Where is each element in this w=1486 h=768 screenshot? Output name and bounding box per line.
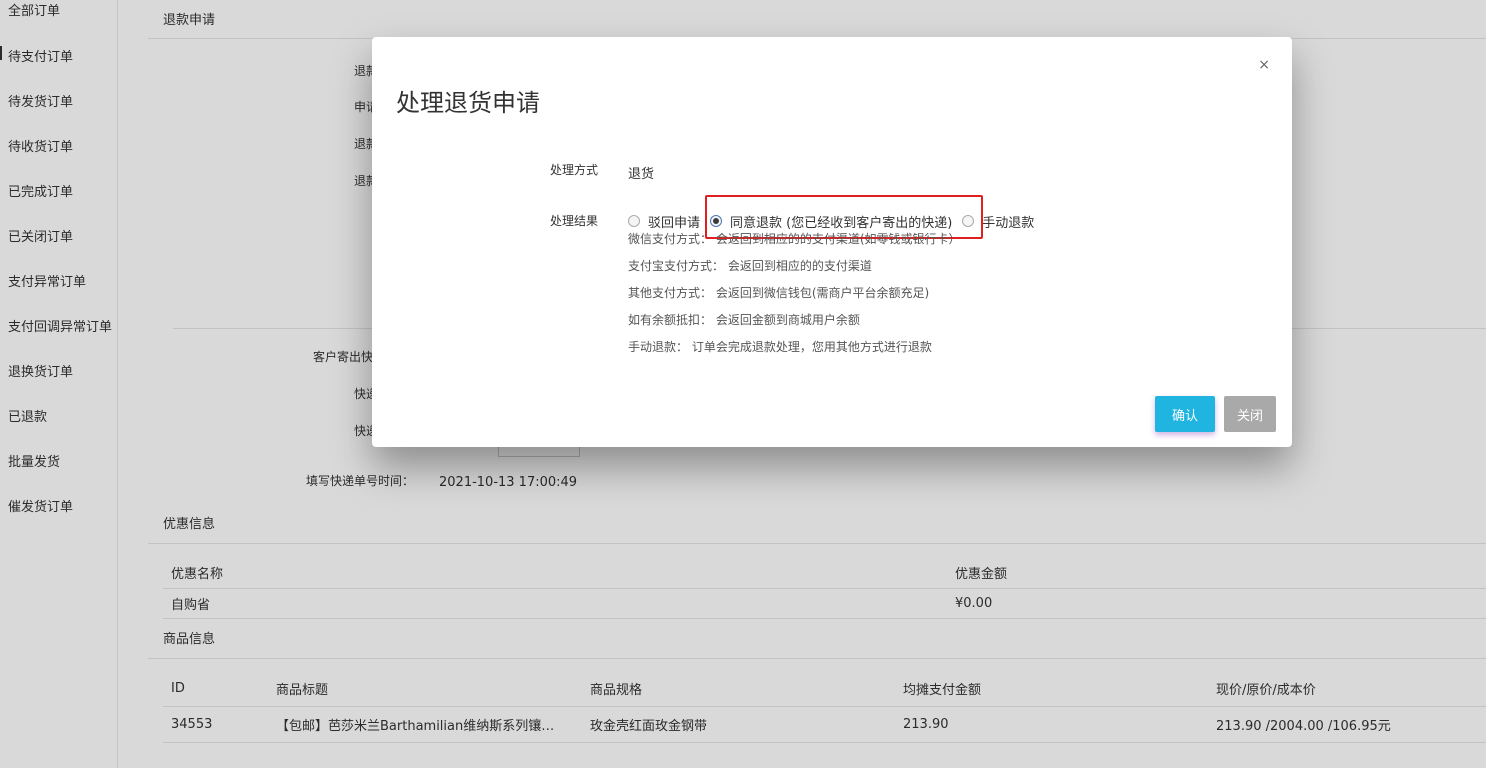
modal-title: 处理退货申请 xyxy=(396,89,540,117)
note-alipay: 支付宝支付方式： 会返回到相应的的支付渠道 xyxy=(628,259,872,273)
reject-radio[interactable] xyxy=(628,215,640,227)
refund-process-modal: × 处理退货申请 处理方式 退货 处理结果 驳回申请 同意退款 (您已经收到客户… xyxy=(372,37,1292,447)
close-button[interactable]: 关闭 xyxy=(1224,396,1276,432)
close-icon[interactable]: × xyxy=(1258,57,1270,73)
manual-refund-option-label[interactable]: 手动退款 xyxy=(982,212,1034,231)
result-label: 处理结果 xyxy=(550,214,599,228)
method-label: 处理方式 xyxy=(550,163,599,177)
note-manual: 手动退款： 订单会完成退款处理，您用其他方式进行退款 xyxy=(628,340,932,354)
method-value: 退货 xyxy=(628,167,655,182)
note-balance: 如有余额抵扣： 会返回金额到商城用户余额 xyxy=(628,313,860,327)
confirm-button[interactable]: 确认 xyxy=(1155,396,1215,432)
note-other: 其他支付方式： 会返回到微信钱包(需商户平台余额充足) xyxy=(628,286,930,300)
note-wechat: 微信支付方式： 会返回到相应的的支付渠道(如零钱或银行卡） xyxy=(628,232,961,246)
reject-option-label[interactable]: 驳回申请 xyxy=(648,212,700,231)
